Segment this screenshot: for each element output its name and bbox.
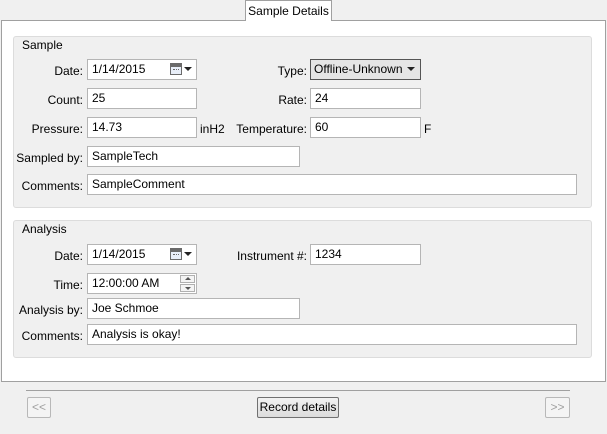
analysis-time-value: 12:00:00 AM [92,276,160,290]
analysis-instrument-label: Instrument #: [236,249,307,263]
analysis-by-input[interactable]: Joe Schmoe [87,298,300,319]
chevron-down-icon [184,67,192,71]
spin-down-icon[interactable] [180,284,195,292]
analysis-date-picker[interactable]: 1/14/2015 [87,244,197,265]
analysis-date-dropdown-button[interactable] [170,247,194,262]
record-details-button[interactable]: Record details [257,397,339,418]
sample-date-picker[interactable]: 1/14/2015 [87,59,197,80]
sample-count-label: Count: [47,93,83,107]
next-button[interactable]: >> [545,397,570,418]
analysis-date-value: 1/14/2015 [92,247,146,261]
calendar-icon [170,248,182,260]
footer-separator [26,390,570,391]
sample-count-input[interactable]: 25 [87,88,197,109]
analysis-time-input[interactable]: 12:00:00 AM [87,273,197,294]
sample-pressure-input[interactable]: 14.73 [87,117,197,138]
sample-sampled-by-input[interactable]: SampleTech [87,146,300,167]
sample-temperature-label: Temperature: [236,122,307,136]
sample-date-value: 1/14/2015 [92,62,146,76]
sample-temperature-input[interactable]: 60 [310,117,421,138]
analysis-comments-label: Comments: [21,329,83,343]
sample-type-label: Type: [277,64,307,78]
sample-comments-input[interactable]: SampleComment [87,174,577,195]
sample-comments-label: Comments: [21,179,83,193]
analysis-instrument-input[interactable]: 1234 [310,244,421,265]
chevron-down-icon [407,67,415,71]
analysis-comments-input[interactable]: Analysis is okay! [87,324,577,345]
sample-sampled-by-label: Sampled by: [16,151,83,165]
tab-sample-details[interactable]: Sample Details [245,0,332,21]
sample-temperature-unit: F [424,122,432,136]
sample-group-title: Sample [22,38,63,52]
sample-rate-input[interactable]: 24 [310,88,421,109]
sample-rate-label: Rate: [278,93,307,107]
analysis-time-label: Time: [53,278,83,292]
previous-button[interactable]: << [27,397,51,418]
analysis-group-title: Analysis [22,222,67,236]
analysis-by-label: Analysis by: [18,303,83,317]
sample-date-label: Date: [54,64,83,78]
sample-date-dropdown-button[interactable] [170,62,194,77]
sample-type-select[interactable]: Offline-Unknown [310,59,421,80]
chevron-down-icon [184,252,192,256]
sample-pressure-label: Pressure: [31,122,83,136]
analysis-date-label: Date: [54,249,83,263]
spin-up-down-icon[interactable] [180,275,195,292]
spin-up-icon[interactable] [180,275,195,283]
calendar-icon [170,63,182,75]
sample-type-value: Offline-Unknown [314,62,403,76]
